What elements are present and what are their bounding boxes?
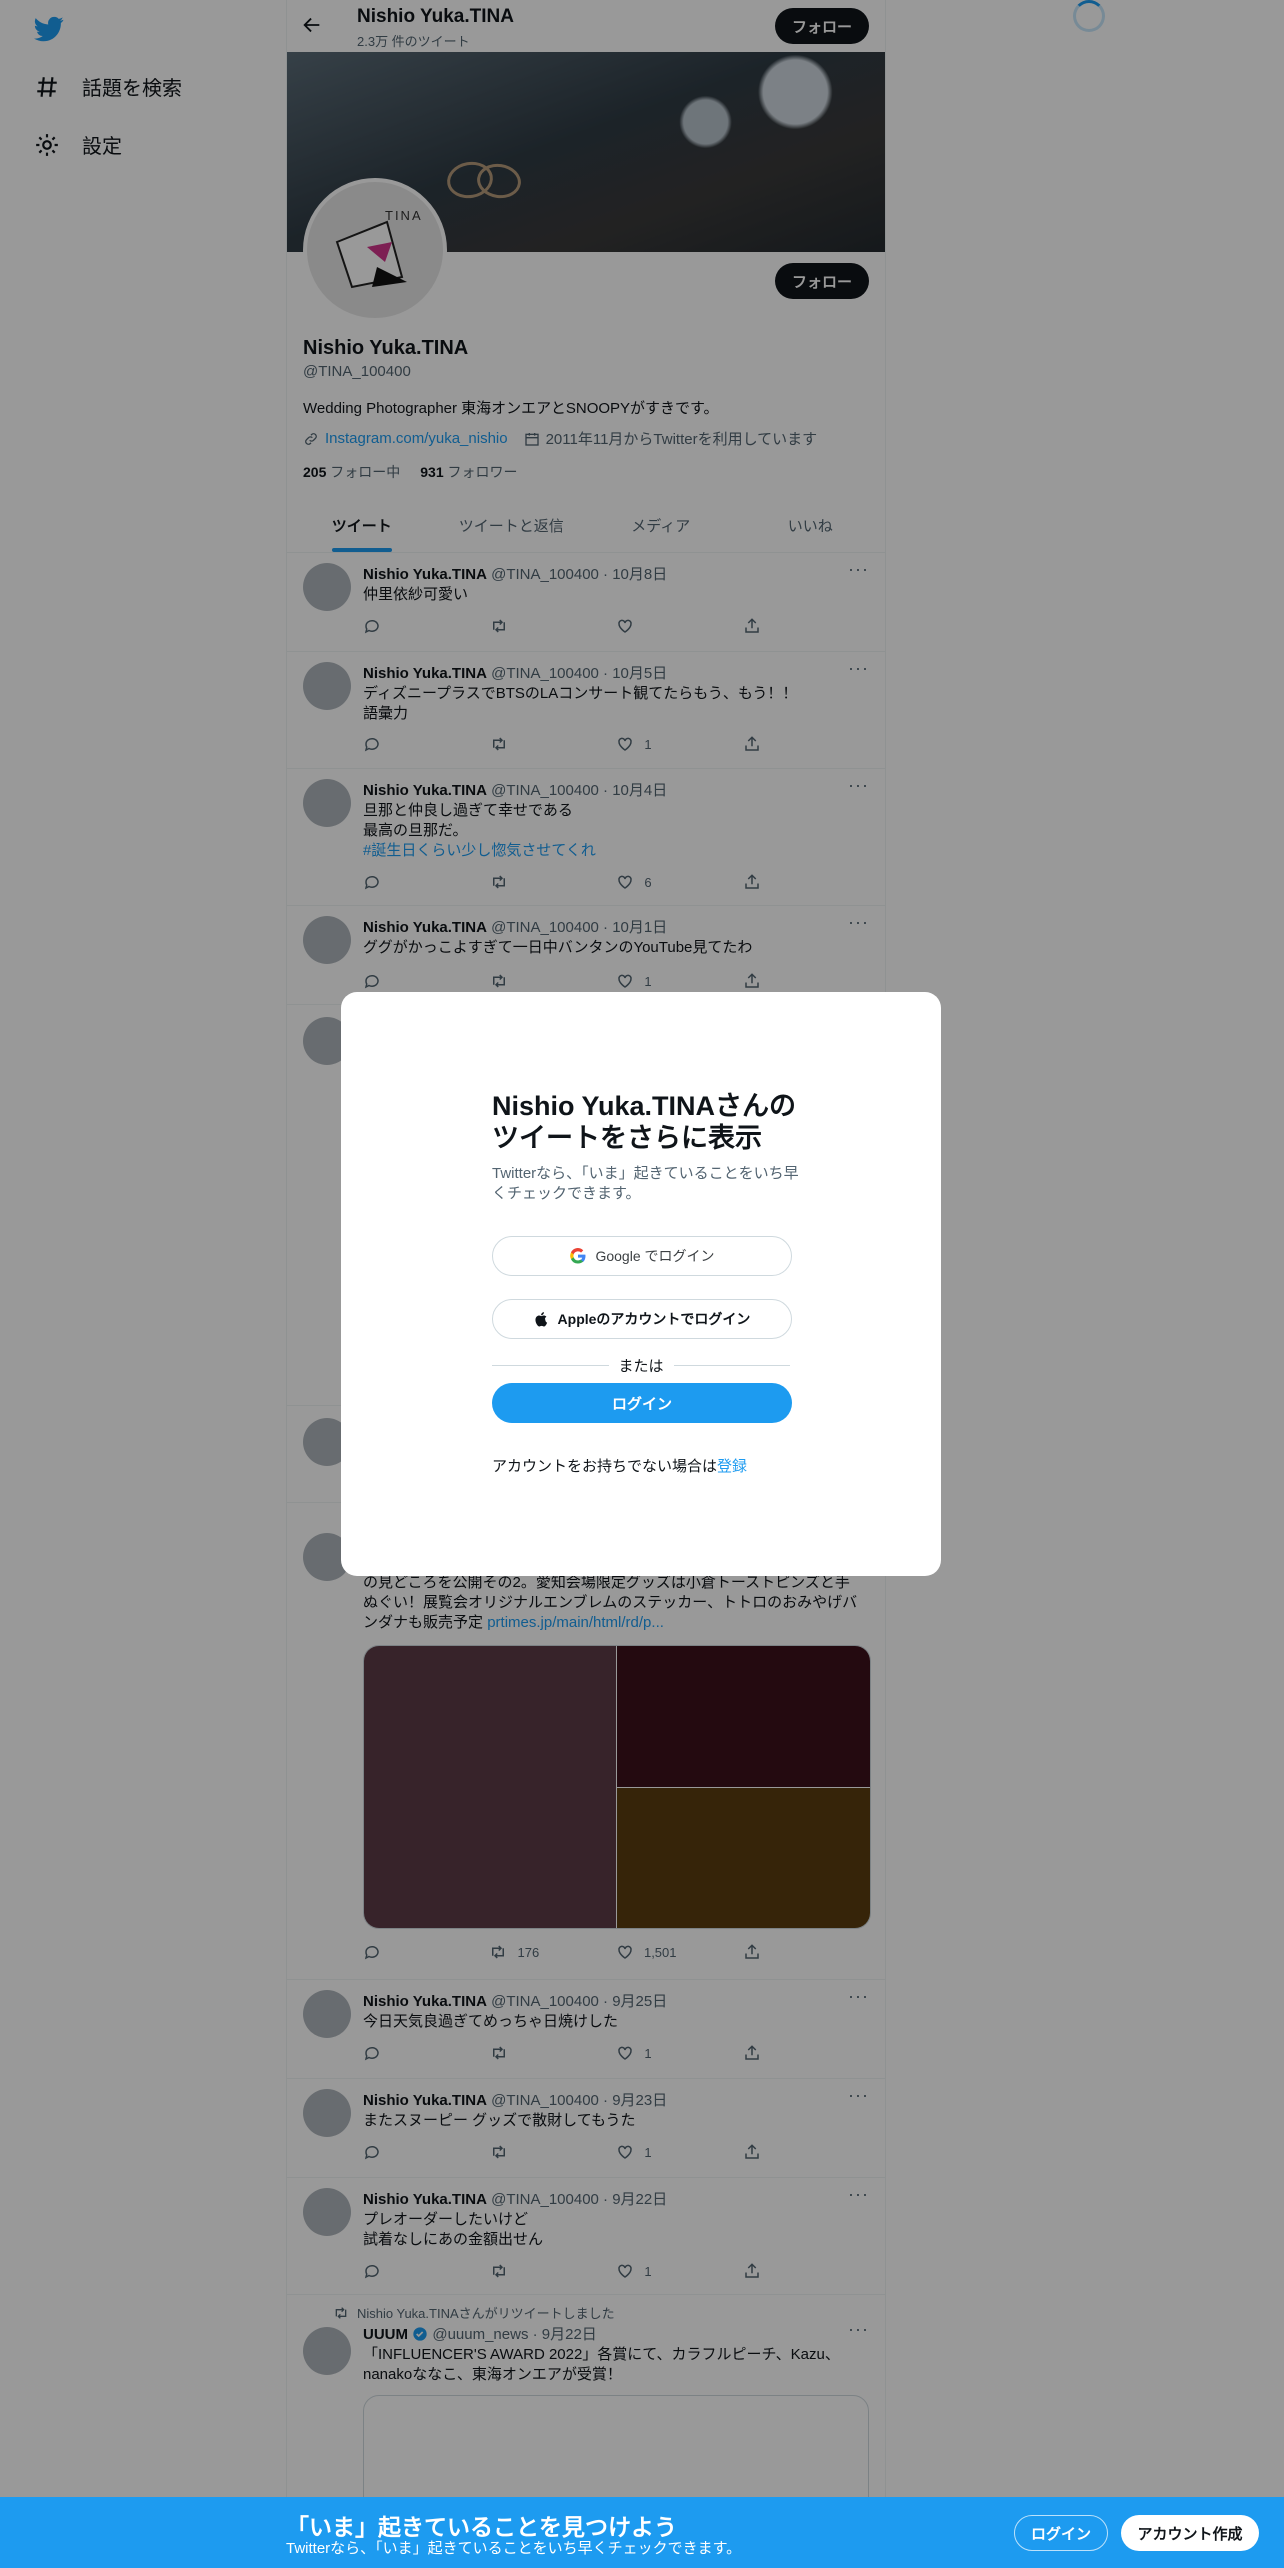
modal-title: Nishio Yuka.TINAさんのツイートをさらに表示 xyxy=(492,1091,797,1153)
apple-login-label: Appleのアカウントでログイン xyxy=(557,1311,751,1327)
google-icon xyxy=(570,1248,586,1264)
signup-link[interactable]: 登録 xyxy=(717,1458,747,1475)
google-login-label: Google でログイン xyxy=(595,1248,715,1264)
login-modal: Nishio Yuka.TINAさんのツイートをさらに表示 Twitterなら、… xyxy=(341,992,941,1576)
login-button[interactable]: ログイン xyxy=(492,1383,792,1423)
modal-subtitle: Twitterなら、「いま」起きていることをいち早くチェックできます。 xyxy=(492,1165,799,1202)
bottom-signup-button[interactable]: アカウント作成 xyxy=(1121,2515,1259,2551)
or-divider: または xyxy=(492,1355,791,1376)
no-account-text: アカウントをお持ちでない場合は xyxy=(492,1458,718,1475)
google-login-button[interactable]: Google でログイン xyxy=(492,1236,792,1276)
bottom-login-button[interactable]: ログイン xyxy=(1014,2515,1108,2551)
bottom-bar-subtitle: Twitterなら、「いま」起きていることをいち早くチェックできます。 xyxy=(286,2540,742,2557)
signup-prompt: アカウントをお持ちでない場合は登録 xyxy=(492,1455,812,1476)
apple-login-button[interactable]: Appleのアカウントでログイン xyxy=(492,1299,792,1339)
or-label: または xyxy=(618,1358,664,1375)
apple-icon xyxy=(535,1312,547,1327)
